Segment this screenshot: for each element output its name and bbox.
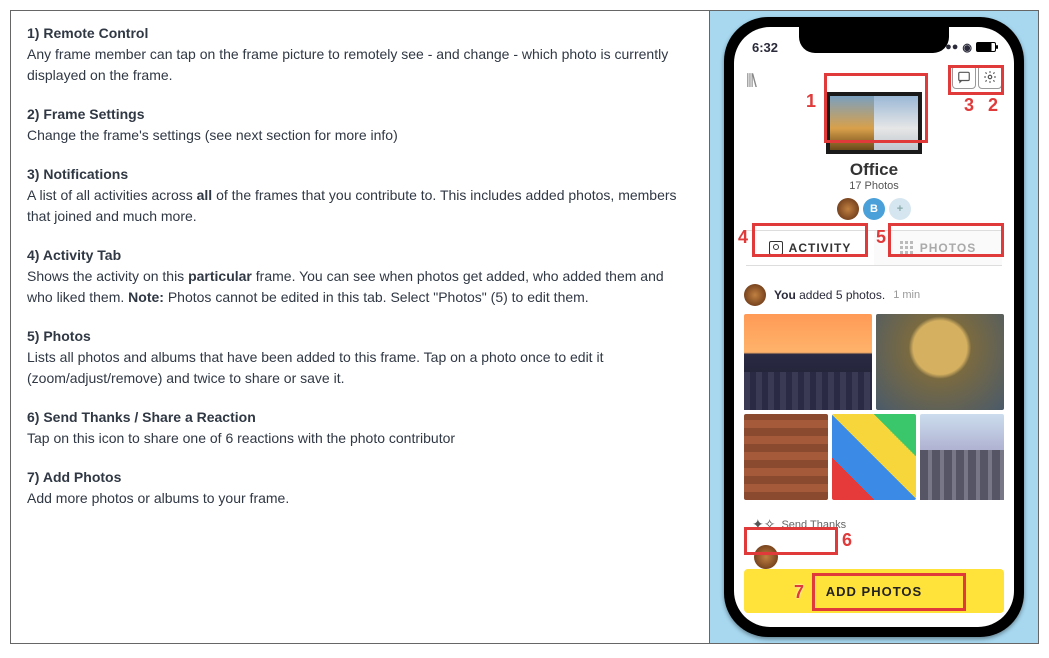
sec-title: Notifications — [43, 166, 128, 182]
instructions-column: 1) Remote Control Any frame member can t… — [11, 11, 710, 643]
phone-screen: 6:32 ●●● ◉ ⦀\ — [734, 27, 1014, 627]
callout-box-1 — [824, 73, 928, 143]
sec-num: 5) — [27, 328, 39, 344]
callout-box-7 — [812, 573, 966, 611]
frame-title: Office — [746, 160, 1002, 180]
sec-title: Add Photos — [43, 469, 122, 485]
photo-thumbnail[interactable] — [876, 314, 1004, 410]
callout-box-2-3 — [948, 65, 1004, 95]
app-logo-icon[interactable]: ⦀\ — [746, 65, 755, 92]
phone-frame: 6:32 ●●● ◉ ⦀\ — [724, 17, 1024, 637]
wifi-icon-2: ◉ — [962, 41, 972, 54]
section-6: 6) Send Thanks / Share a Reaction Tap on… — [27, 407, 693, 449]
photo-thumbnail[interactable] — [744, 414, 828, 500]
sec-title: Photos — [43, 328, 90, 344]
sec-title: Frame Settings — [43, 106, 144, 122]
feed-user: You — [774, 288, 796, 302]
phone-notch — [799, 27, 949, 53]
callout-number: 1 — [806, 91, 816, 112]
sec-num: 7) — [27, 469, 39, 485]
callout-number: 6 — [842, 530, 852, 551]
screenshot-column: 6:32 ●●● ◉ ⦀\ — [710, 11, 1038, 643]
doc-layout: 1) Remote Control Any frame member can t… — [10, 10, 1039, 644]
sec-body-pre: A list of all activities across — [27, 187, 197, 203]
callout-number: 4 — [738, 227, 748, 248]
battery-icon — [976, 42, 996, 52]
callout-box-5 — [888, 223, 1004, 257]
feed-action: added 5 photos. — [796, 288, 885, 302]
callout-number: 3 — [964, 95, 974, 116]
photo-thumbnail[interactable] — [832, 414, 916, 500]
sec-title: Send Thanks / Share a Reaction — [43, 409, 255, 425]
avatar[interactable] — [837, 198, 859, 220]
sec-body-bold: all — [197, 187, 213, 203]
photo-thumbnail[interactable] — [920, 414, 1004, 500]
avatar-b[interactable]: B — [863, 198, 885, 220]
sec-body: Add more photos or albums to your frame. — [27, 490, 289, 506]
status-time: 6:32 — [752, 40, 778, 55]
sec-body: Lists all photos and albums that have be… — [27, 349, 603, 386]
feed-time: 1 min — [893, 289, 920, 301]
sec-num: 4) — [27, 247, 39, 263]
callout-number: 5 — [876, 227, 886, 248]
photo-row — [744, 314, 1004, 410]
callout-number: 2 — [988, 95, 998, 116]
sec-title: Remote Control — [43, 25, 148, 41]
sec-num: 2) — [27, 106, 39, 122]
activity-feed: You added 5 photos. 1 min ✦✧ Send — [734, 274, 1014, 539]
sec-body: Change the frame's settings (see next se… — [27, 127, 398, 143]
frame-subtitle: 17 Photos — [746, 180, 1002, 192]
callout-box-4 — [752, 223, 868, 257]
section-2: 2) Frame Settings Change the frame's set… — [27, 104, 693, 146]
avatar-add-button[interactable]: + — [889, 198, 911, 220]
photo-thumbnail[interactable] — [744, 314, 872, 410]
section-5: 5) Photos Lists all photos and albums th… — [27, 326, 693, 389]
avatar — [744, 284, 766, 306]
section-3: 3) Notifications A list of all activitie… — [27, 164, 693, 227]
sec-num: 6) — [27, 409, 39, 425]
section-7: 7) Add Photos Add more photos or albums … — [27, 467, 693, 509]
note-text: Photos cannot be edited in this tab. Sel… — [164, 289, 589, 305]
feed-header: You added 5 photos. 1 min — [744, 284, 1004, 306]
sec-body: Any frame member can tap on the frame pi… — [27, 46, 668, 83]
sec-num: 1) — [27, 25, 39, 41]
note-label: Note: — [128, 289, 164, 305]
callout-number: 7 — [794, 582, 804, 603]
sec-body-pre: Shows the activity on this — [27, 268, 188, 284]
sec-title: Activity Tab — [43, 247, 121, 263]
sec-body-bold: particular — [188, 268, 252, 284]
section-1: 1) Remote Control Any frame member can t… — [27, 23, 693, 86]
sec-num: 3) — [27, 166, 39, 182]
callout-box-6 — [744, 527, 838, 555]
photo-row — [744, 414, 1004, 500]
member-avatars: B + — [746, 198, 1002, 220]
sec-body: Tap on this icon to share one of 6 react… — [27, 430, 455, 446]
section-4: 4) Activity Tab Shows the activity on th… — [27, 245, 693, 308]
